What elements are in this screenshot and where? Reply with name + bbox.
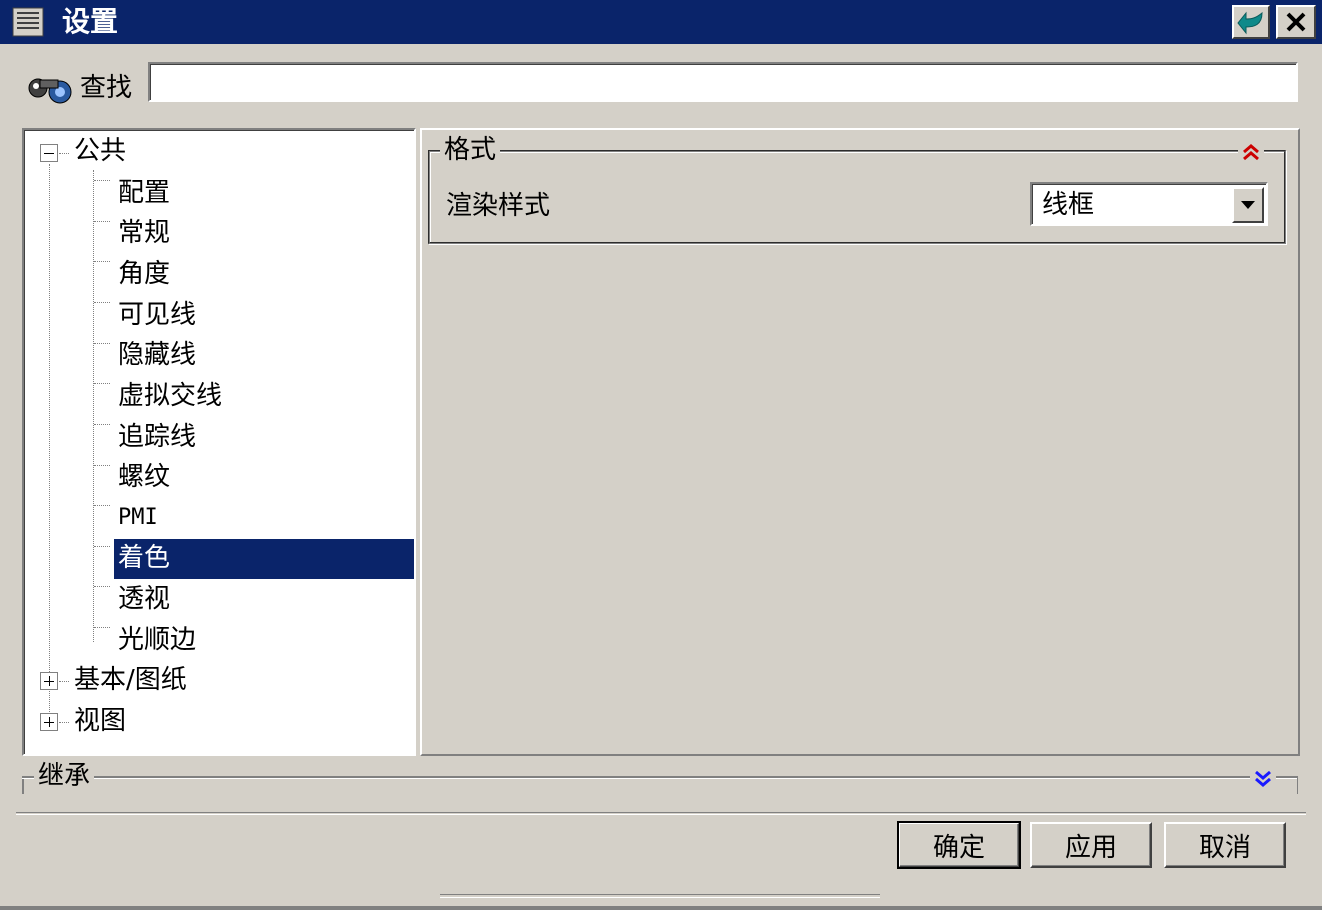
search-label: 查找 [80, 73, 133, 103]
tree-item-perspective[interactable]: 透视 [114, 580, 174, 620]
document-menu-icon[interactable] [12, 7, 44, 37]
footer-separator [16, 812, 1306, 815]
tree-expand-toggle[interactable] [40, 672, 58, 690]
tree-collapse-toggle[interactable] [40, 144, 58, 162]
tree-item-visible-lines[interactable]: 可见线 [114, 296, 200, 336]
tree-item-view[interactable]: 视图 [70, 702, 130, 742]
close-icon [1286, 12, 1306, 32]
tree-connector [94, 221, 110, 222]
tree-connector [94, 180, 110, 181]
tree-item-general[interactable]: 常规 [114, 214, 174, 254]
tree-connector [59, 153, 69, 154]
tree-item-hidden-lines[interactable]: 隐藏线 [114, 336, 200, 376]
tree-connector [94, 465, 110, 466]
tree-item-config[interactable]: 配置 [114, 174, 174, 214]
tree-connector [94, 505, 110, 506]
apply-button[interactable]: 应用 [1030, 822, 1152, 868]
inherit-group-border [22, 778, 1298, 796]
tree-item-common[interactable]: 公共 [70, 132, 130, 172]
tree-connector [94, 586, 110, 587]
dropdown-arrow-icon [1241, 201, 1255, 209]
tree-connector [94, 343, 110, 344]
double-chevron-up-icon[interactable] [1238, 140, 1264, 166]
render-style-dropdown-button[interactable] [1232, 187, 1264, 223]
resize-grip[interactable] [440, 894, 880, 898]
tree-item-virtual-intersections[interactable]: 虚拟交线 [114, 377, 226, 417]
render-style-select[interactable]: 线框 [1030, 182, 1268, 226]
inherit-group-title: 继承 [34, 760, 95, 792]
tree-connector [59, 681, 69, 682]
ok-button[interactable]: 确定 [897, 821, 1021, 869]
tree-item-trace-lines[interactable]: 追踪线 [114, 418, 200, 458]
tree-connector [59, 722, 69, 723]
tree-item-angle[interactable]: 角度 [114, 255, 174, 295]
window-bottom-edge [0, 906, 1322, 910]
inherit-group-border [1278, 776, 1298, 794]
search-input[interactable] [148, 62, 1298, 102]
back-button[interactable] [1232, 5, 1270, 39]
tree-connector [49, 164, 50, 724]
tree-item-basic-drawing[interactable]: 基本/图纸 [70, 661, 191, 701]
tree-connector [94, 424, 110, 425]
format-group-title: 格式 [440, 134, 501, 166]
title-bar: 设置 [0, 0, 1322, 44]
tree-connector [93, 170, 94, 642]
window-title: 设置 [62, 5, 119, 38]
double-chevron-down-icon[interactable] [1250, 766, 1276, 792]
render-style-label: 渲染样式 [446, 191, 551, 221]
tree-item-pmi[interactable]: PMI [114, 499, 162, 539]
back-arrow-icon [1237, 11, 1263, 35]
render-style-value: 线框 [1042, 190, 1095, 220]
tree-connector [94, 546, 110, 547]
tree-connector [94, 302, 110, 303]
tree-connector [94, 383, 110, 384]
tree-connector [94, 627, 110, 628]
cancel-button[interactable]: 取消 [1164, 822, 1286, 868]
close-button[interactable] [1276, 5, 1316, 39]
tree-expand-toggle[interactable] [40, 713, 58, 731]
binoculars-icon [28, 78, 72, 104]
tree-item-threads[interactable]: 螺纹 [114, 458, 174, 498]
tree-item-smooth-edges[interactable]: 光顺边 [114, 621, 200, 661]
tree-connector [94, 261, 110, 262]
tree-item-shading[interactable]: 着色 [114, 539, 414, 579]
settings-tree[interactable]: 公共 配置 常规 角度 可见线 隐藏线 虚拟交线 追踪线 螺纹 PMI 着色 透… [22, 128, 416, 756]
